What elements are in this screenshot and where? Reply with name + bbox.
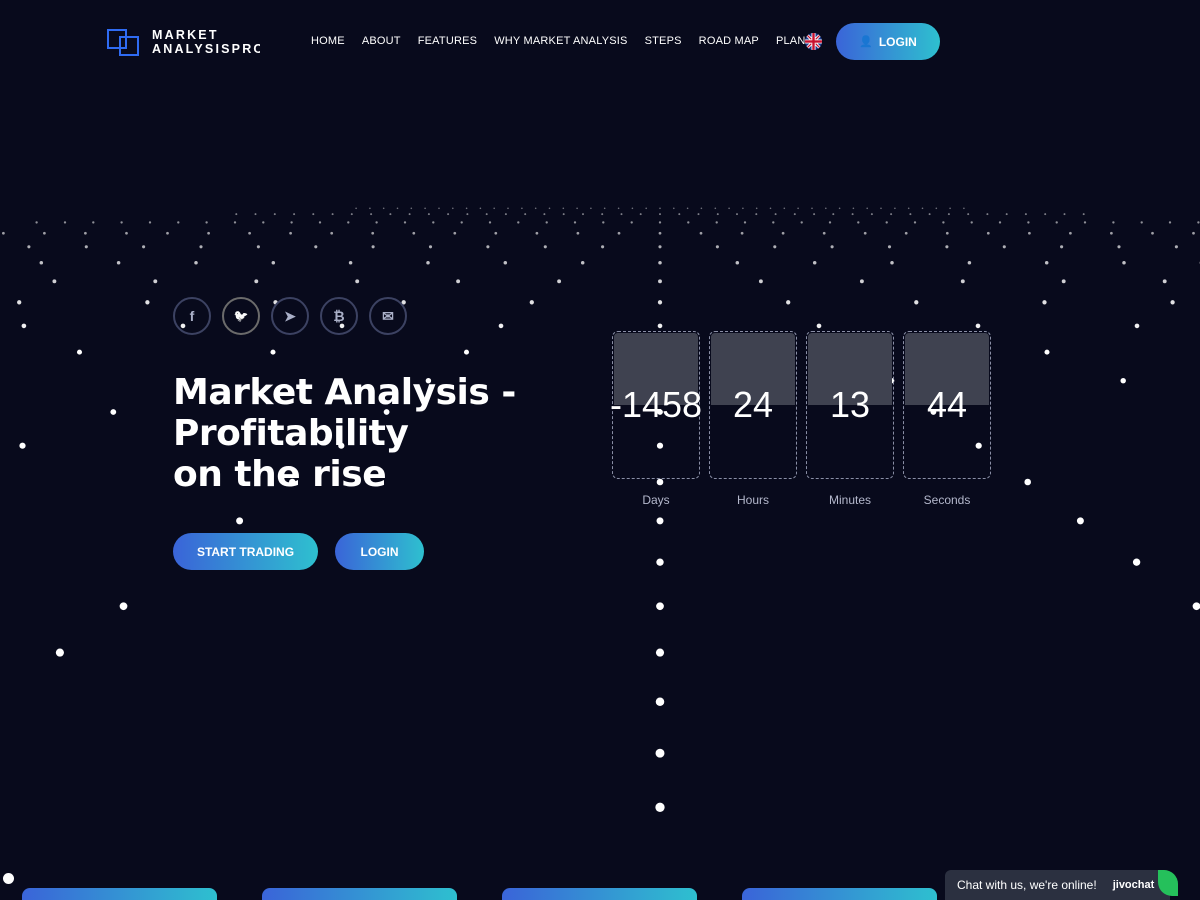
countdown-days-box: -1458 (609, 331, 703, 479)
header-login-button[interactable]: 👤 LOGIN (836, 23, 940, 60)
hero-title-line-3: on the rise (173, 454, 387, 495)
site-header: MARKET ANALYSISPRO HOME ABOUT FEATURES W… (0, 0, 1200, 84)
start-trading-button[interactable]: START TRADING (173, 533, 318, 570)
feature-card (262, 888, 457, 900)
feature-card (502, 888, 697, 900)
logo-mark-icon (107, 27, 143, 57)
social-links: f 🐦 ➤ ₿ ✉ (173, 297, 407, 335)
chat-widget-text: Chat with us, we're online! (957, 878, 1097, 892)
countdown-minutes-value: 13 (829, 383, 871, 425)
uk-flag-icon[interactable] (805, 33, 822, 50)
logo-text: MARKET ANALYSISPRO (152, 28, 260, 56)
countdown-days: -1458 Days (609, 331, 703, 507)
nav-about[interactable]: ABOUT (362, 35, 401, 47)
scroll-indicator-dot (3, 873, 14, 884)
twitter-icon[interactable]: 🐦 (222, 297, 260, 335)
countdown-minutes-label: Minutes (828, 493, 872, 507)
countdown-days-value: -1458 (609, 383, 703, 425)
hero-title-line-2: Profitability (173, 413, 409, 454)
telegram-icon[interactable]: ➤ (271, 297, 309, 335)
countdown-seconds-box: 44 (903, 331, 991, 479)
countdown-days-label: Days (642, 493, 670, 507)
logo[interactable]: MARKET ANALYSISPRO (107, 26, 260, 58)
logo-line-1: MARKET (152, 28, 219, 42)
main-nav: HOME ABOUT FEATURES WHY MARKET ANALYSIS … (311, 35, 813, 47)
nav-why-market-analysis[interactable]: WHY MARKET ANALYSIS (494, 35, 627, 47)
nav-steps[interactable]: STEPS (645, 35, 682, 47)
feature-card (742, 888, 937, 900)
bitcoin-icon[interactable]: ₿ (320, 297, 358, 335)
hero-login-button[interactable]: LOGIN (335, 533, 424, 570)
facebook-icon[interactable]: f (173, 297, 211, 335)
countdown-seconds-value: 44 (926, 383, 968, 425)
header-login-label: LOGIN (878, 34, 917, 49)
countdown-hours-label: Hours (736, 493, 769, 507)
countdown-timer: -1458 Days 24 Hours 13 Minutes 44 Second… (609, 331, 991, 507)
feature-card (22, 888, 217, 900)
countdown-minutes-box: 13 (806, 331, 894, 479)
hero-title: Market Analysis - Profitability on the r… (173, 372, 533, 495)
countdown-seconds: 44 Seconds (903, 331, 991, 507)
countdown-hours-value: 24 (732, 383, 774, 425)
nav-road-map[interactable]: ROAD MAP (699, 35, 759, 47)
chat-widget[interactable]: Chat with us, we're online! jivochat (945, 870, 1178, 900)
nav-features[interactable]: FEATURES (418, 35, 477, 47)
user-icon: 👤 (859, 36, 873, 48)
countdown-seconds-label: Seconds (923, 493, 971, 507)
logo-line-2: ANALYSISPRO (152, 42, 260, 56)
countdown-minutes: 13 Minutes (806, 331, 894, 507)
nav-home[interactable]: HOME (311, 35, 345, 47)
chat-brand: jivochat (1112, 879, 1155, 891)
hero-title-line-1: Market Analysis - (173, 372, 516, 413)
mail-icon[interactable]: ✉ (369, 297, 407, 335)
countdown-hours-box: 24 (709, 331, 797, 479)
countdown-hours: 24 Hours (709, 331, 797, 507)
